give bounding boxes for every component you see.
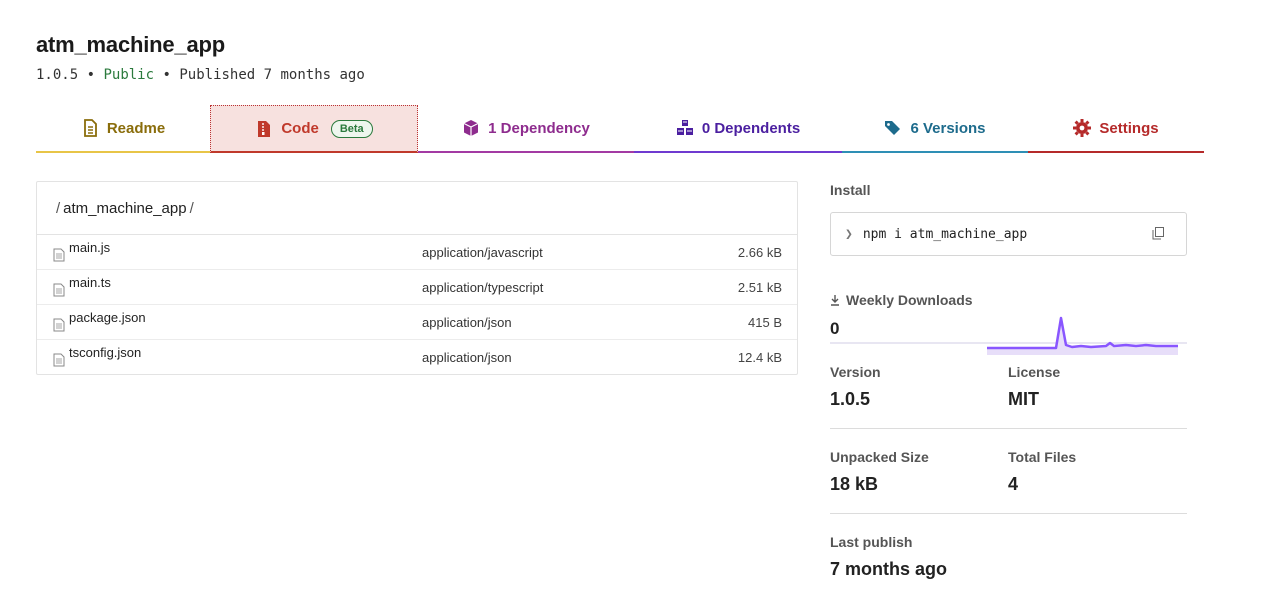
readme-icon — [83, 119, 97, 137]
breadcrumb-root[interactable]: atm_machine_app — [63, 200, 186, 217]
file-icon — [53, 248, 65, 262]
tab-dependencies[interactable]: 1 Dependency — [418, 105, 634, 153]
sidebar: Install ❯ npm i atm_machine_app Weekly D… — [830, 182, 1187, 598]
box-icon — [463, 120, 479, 136]
meta-bullet: • — [162, 67, 171, 83]
version-stat: Version 1.0.5 — [830, 344, 1008, 428]
last-publish-label: Last publish — [830, 534, 913, 550]
download-icon — [831, 295, 839, 306]
tab-readme-label: Readme — [106, 119, 166, 137]
visibility-label: Public — [103, 67, 155, 83]
install-command[interactable]: ❯ npm i atm_machine_app — [830, 212, 1187, 256]
file-size: 2.51 kB — [737, 279, 782, 295]
file-row[interactable]: tsconfig.json application/json 12.4 kB — [37, 340, 797, 374]
install-command-text[interactable]: npm i atm_machine_app — [863, 227, 1027, 242]
file-row[interactable]: main.ts application/typescript 2.51 kB — [37, 270, 797, 305]
unpacked-size-label: Unpacked Size — [830, 449, 929, 465]
copy-icon[interactable] — [1152, 227, 1164, 240]
package-tabs: Readme Code Beta 1 Dependency 0 Dependen… — [36, 105, 1204, 153]
tab-dependents[interactable]: 0 Dependents — [634, 105, 842, 153]
tab-settings-label: Settings — [1099, 119, 1159, 137]
prompt-icon: ❯ — [845, 226, 853, 242]
file-row[interactable]: package.json application/json 415 B — [37, 305, 797, 340]
weekly-downloads-header: Weekly Downloads — [830, 292, 1187, 308]
tab-settings[interactable]: Settings — [1028, 105, 1204, 153]
file-name[interactable]: package.json — [69, 310, 146, 325]
breadcrumb: / atm_machine_app / — [37, 182, 797, 235]
unpacked-size-stat: Unpacked Size 18 kB — [830, 429, 1008, 513]
breadcrumb-separator: / — [189, 199, 194, 217]
file-name[interactable]: tsconfig.json — [69, 345, 141, 360]
file-type: application/json — [422, 314, 512, 330]
file-row[interactable]: main.js application/javascript 2.66 kB — [37, 235, 797, 270]
published-label: Published 7 months ago — [179, 67, 365, 83]
tab-dependencies-label: 1 Dependency — [488, 119, 590, 137]
tab-versions[interactable]: 6 Versions — [842, 105, 1028, 153]
total-files-value: 4 — [1008, 474, 1019, 494]
file-type: application/typescript — [422, 279, 544, 295]
beta-badge: Beta — [330, 119, 373, 138]
package-title: atm_machine_app — [36, 32, 225, 57]
license-value: MIT — [1008, 389, 1039, 409]
file-icon — [53, 283, 65, 297]
file-name[interactable]: main.js — [69, 240, 110, 255]
package-header: atm_machine_app 1.0.5 • Public • Publish… — [36, 32, 365, 83]
file-type: application/javascript — [422, 244, 543, 260]
package-meta: 1.0.5 • Public • Published 7 months ago — [36, 67, 365, 83]
version-value: 1.0.5 — [830, 389, 871, 409]
total-files-label: Total Files — [1008, 449, 1077, 465]
file-size: 12.4 kB — [737, 349, 782, 365]
unpacked-size-value: 18 kB — [830, 474, 879, 494]
file-browser: / atm_machine_app / main.js application/… — [36, 181, 798, 375]
file-icon — [53, 318, 65, 332]
code-file-icon — [258, 120, 271, 137]
meta-bullet: • — [86, 67, 96, 83]
last-publish-stat: Last publish 7 months ago — [830, 514, 1008, 598]
file-icon — [53, 353, 65, 367]
install-label: Install — [830, 182, 871, 198]
license-label: License — [1008, 364, 1061, 380]
version-label: Version — [830, 364, 881, 380]
total-files-stat: Total Files 4 — [1008, 429, 1186, 513]
boxes-icon — [676, 120, 693, 135]
breadcrumb-separator: / — [56, 199, 61, 217]
tab-versions-label: 6 Versions — [910, 119, 986, 137]
tab-code[interactable]: Code Beta — [210, 105, 418, 153]
tab-readme[interactable]: Readme — [36, 105, 210, 153]
file-type: application/json — [422, 349, 512, 365]
gear-icon — [1073, 119, 1092, 137]
package-version: 1.0.5 — [36, 67, 79, 83]
file-size: 2.66 kB — [737, 244, 782, 260]
file-name[interactable]: main.ts — [69, 275, 111, 290]
tab-code-label: Code — [281, 120, 319, 137]
stats-grid: Version 1.0.5 License MIT Unpacked Size … — [830, 344, 1187, 598]
tab-dependents-label: 0 Dependents — [701, 119, 801, 137]
downloads-sparkline[interactable] — [986, 315, 1180, 357]
tags-icon — [885, 121, 901, 135]
file-size: 415 B — [748, 314, 782, 330]
last-publish-value: 7 months ago — [830, 559, 948, 579]
weekly-downloads-label: Weekly Downloads — [846, 292, 973, 308]
